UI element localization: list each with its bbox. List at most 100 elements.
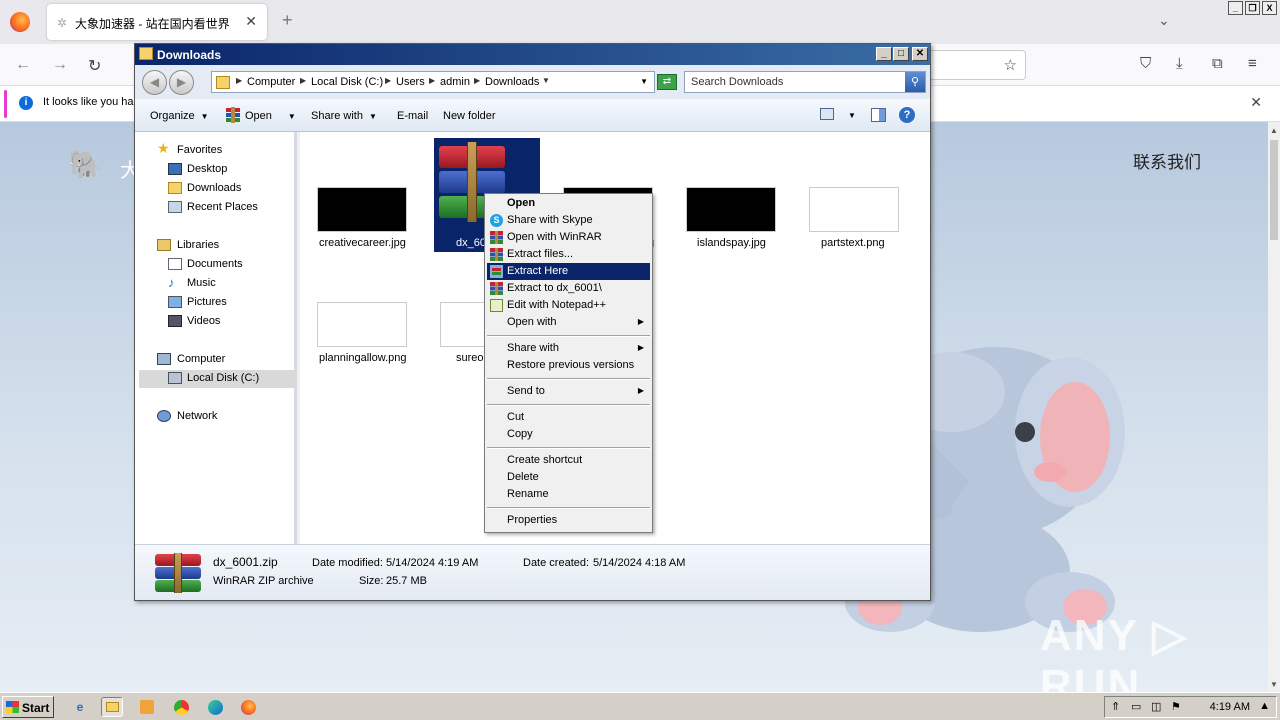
close-button[interactable]: ✕: [912, 47, 928, 61]
menu-edit-notepadpp[interactable]: Edit with Notepad++: [487, 297, 650, 314]
tray-scroll-icon[interactable]: ▲: [1259, 700, 1270, 712]
nav-downloads[interactable]: Downloads: [187, 182, 241, 194]
menu-create-shortcut[interactable]: Create shortcut: [487, 452, 650, 469]
crumb-separator-icon[interactable]: ▶: [385, 76, 391, 85]
menu-restore-previous[interactable]: Restore previous versions: [487, 357, 650, 374]
explorer-back-button[interactable]: ◀: [142, 70, 167, 95]
nav-pictures[interactable]: Pictures: [187, 296, 227, 308]
crumb-separator-icon[interactable]: ▶: [236, 76, 242, 85]
nav-libraries[interactable]: Libraries: [177, 239, 219, 251]
nav-desktop[interactable]: Desktop: [187, 163, 227, 175]
menu-open-with[interactable]: Open with ▶: [487, 314, 650, 331]
scroll-down-icon[interactable]: ▼: [1270, 680, 1278, 689]
nav-local-disk[interactable]: Local Disk (C:): [187, 372, 259, 384]
downloads-icon[interactable]: ⤓: [1176, 55, 1183, 72]
command-bar: Organize ▼ Open ▼ Share with ▼ E-mail New f…: [135, 99, 930, 132]
local-disk-icon: [168, 372, 182, 384]
firefox-taskbar-icon[interactable]: [237, 697, 259, 717]
nav-recent-places[interactable]: Recent Places: [187, 201, 258, 213]
nav-network[interactable]: Network: [177, 410, 217, 422]
crumb-separator-icon[interactable]: ▶: [300, 76, 306, 85]
bookmark-star-icon[interactable]: ☆: [1004, 56, 1017, 74]
tab-list-icon[interactable]: ⌄: [1158, 12, 1170, 29]
chrome-icon[interactable]: [170, 697, 192, 717]
menu-icon[interactable]: ≡: [1248, 55, 1257, 72]
page-scrollbar[interactable]: ▲ ▼: [1268, 122, 1280, 692]
media-player-icon[interactable]: [136, 697, 158, 717]
menu-send-to[interactable]: Send to ▶: [487, 383, 650, 400]
menu-separator: [487, 335, 650, 337]
menu-share-with[interactable]: Share with ▶: [487, 340, 650, 357]
view-dropdown-icon[interactable]: ▼: [848, 111, 856, 120]
firefox-logo-icon[interactable]: [10, 12, 30, 32]
notice-close-icon[interactable]: ✕: [1250, 94, 1262, 111]
view-options-icon[interactable]: [820, 108, 834, 120]
internet-explorer-icon[interactable]: e: [69, 697, 91, 717]
search-icon[interactable]: ⚲: [905, 72, 925, 92]
preview-pane-icon[interactable]: [871, 108, 886, 122]
crumb-separator-icon[interactable]: ▶: [429, 76, 435, 85]
tray-flag-icon[interactable]: ⚑: [1171, 700, 1181, 713]
back-button[interactable]: ←: [15, 56, 31, 74]
menu-properties[interactable]: Properties: [487, 512, 650, 529]
clock[interactable]: 4:19 AM: [1210, 701, 1250, 713]
menu-copy[interactable]: Copy: [487, 426, 650, 443]
url-bar[interactable]: ☆: [920, 50, 1026, 80]
breadcrumb-admin[interactable]: admin: [440, 76, 470, 88]
nav-documents[interactable]: Documents: [187, 258, 243, 270]
menu-extract-to[interactable]: Extract to dx_6001\: [487, 280, 650, 297]
menu-delete[interactable]: Delete: [487, 469, 650, 486]
address-dropdown-icon[interactable]: ▼: [640, 77, 648, 86]
explorer-forward-button[interactable]: ▶: [169, 70, 194, 95]
organize-button[interactable]: Organize ▼: [150, 110, 209, 122]
breadcrumb-users[interactable]: Users: [396, 76, 425, 88]
tray-expand-icon[interactable]: ⇑: [1111, 700, 1120, 713]
browser-tab[interactable]: ✲ 大象加速器 - 站在国内看世界 ✕: [47, 4, 267, 40]
nav-music[interactable]: Music: [187, 277, 216, 289]
help-icon[interactable]: ?: [899, 107, 915, 123]
refresh-icon[interactable]: ⇄: [657, 74, 677, 90]
breadcrumb-downloads[interactable]: Downloads: [485, 76, 539, 88]
search-box[interactable]: Search Downloads ⚲: [684, 71, 926, 93]
edge-icon[interactable]: [204, 697, 226, 717]
menu-extract-here[interactable]: Extract Here: [487, 263, 650, 280]
breadcrumb-computer[interactable]: Computer: [247, 76, 295, 88]
scrollbar-thumb[interactable]: [1270, 140, 1278, 240]
window-minimize-button[interactable]: _: [1228, 1, 1243, 15]
window-restore-button[interactable]: ❐: [1245, 1, 1260, 15]
menu-rename[interactable]: Rename: [487, 486, 650, 503]
forward-button[interactable]: →: [52, 56, 68, 74]
new-folder-button[interactable]: New folder: [443, 110, 496, 122]
reload-button[interactable]: ↻: [88, 56, 101, 76]
menu-cut[interactable]: Cut: [487, 409, 650, 426]
scroll-up-icon[interactable]: ▲: [1270, 126, 1278, 135]
maximize-button[interactable]: □: [893, 47, 909, 61]
new-tab-button[interactable]: +: [282, 10, 293, 31]
nav-videos[interactable]: Videos: [187, 315, 220, 327]
tray-network-icon[interactable]: ▭: [1131, 700, 1141, 713]
pocket-icon[interactable]: ⛉: [1140, 55, 1151, 72]
tab-close-icon[interactable]: ✕: [245, 13, 257, 30]
tray-volume-icon[interactable]: ◫: [1151, 700, 1161, 713]
menu-extract-files[interactable]: Extract files...: [487, 246, 650, 263]
explorer-taskbar-icon[interactable]: [101, 697, 123, 717]
crumb-separator-icon[interactable]: ▶: [474, 76, 480, 85]
menu-open[interactable]: Open: [487, 195, 650, 212]
share-with-label: Share with: [311, 110, 363, 122]
share-with-button[interactable]: Share with ▼: [311, 110, 377, 122]
crumb-separator-icon[interactable]: ▼: [542, 76, 550, 85]
nav-computer[interactable]: Computer: [177, 353, 225, 365]
explorer-titlebar[interactable]: Downloads _ □ ✕: [135, 44, 930, 65]
extensions-icon[interactable]: ⧉: [1212, 55, 1223, 72]
window-close-button[interactable]: X: [1262, 1, 1277, 15]
menu-open-with-winrar[interactable]: Open with WinRAR: [487, 229, 650, 246]
breadcrumb-local-disk[interactable]: Local Disk (C:): [311, 76, 383, 88]
address-bar[interactable]: ▶ Computer ▶ Local Disk (C:) ▶ Users ▶ a…: [211, 71, 655, 93]
contact-link[interactable]: 联系我们: [1133, 148, 1201, 173]
minimize-button[interactable]: _: [876, 47, 892, 61]
start-button[interactable]: Start: [2, 696, 54, 718]
menu-share-with-skype[interactable]: S Share with Skype: [487, 212, 650, 229]
open-button[interactable]: Open ▼: [245, 110, 296, 122]
nav-favorites[interactable]: Favorites: [177, 144, 222, 156]
email-button[interactable]: E-mail: [397, 110, 428, 122]
